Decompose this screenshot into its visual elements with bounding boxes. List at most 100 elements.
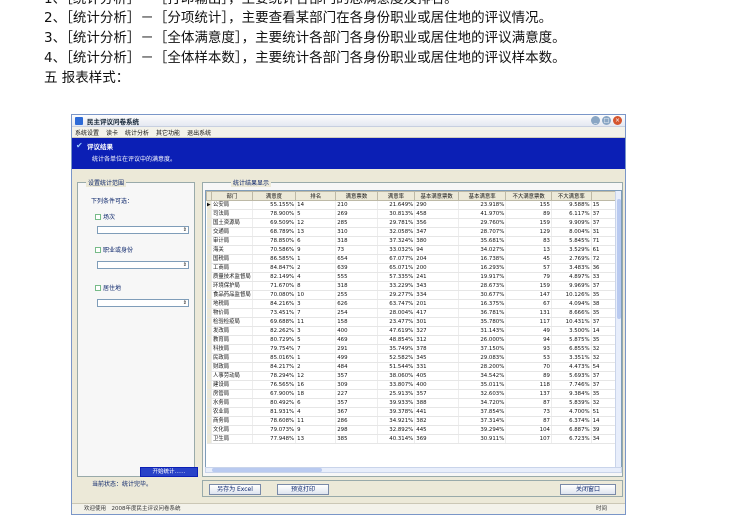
table-cell: 356 [414, 218, 459, 228]
table-row[interactable]: 环境保护局 71.670% 8 318 33.229% 343 28.673% 159 9.96… [206, 281, 621, 291]
table-cell: 69.688% [252, 317, 297, 327]
session-checkbox[interactable]: 场次 [95, 212, 115, 221]
column-header[interactable]: 基本满意率 [457, 191, 507, 201]
table-cell: 117 [505, 317, 552, 327]
table-cell: 78.294% [252, 371, 297, 381]
column-header[interactable]: 满意票数 [335, 191, 378, 201]
menu-system-settings[interactable]: 系统设置 [75, 128, 99, 137]
table-row[interactable]: 国土资源局 69.509% 12 285 29.781% 356 29.760% 159 9.9… [206, 218, 621, 228]
table-cell: 9.384% [551, 389, 592, 399]
column-header[interactable]: 不大满意率 [550, 191, 592, 201]
table-cell: 29.781% [377, 218, 416, 228]
table-cell: 1 [295, 254, 337, 264]
table-cell: 94 [505, 335, 552, 345]
close-button[interactable]: 关闭窗口 [560, 484, 616, 495]
table-row[interactable]: 财政局 84.217% 2 484 51.544% 331 28.200% 70 4.473% 5… [206, 362, 621, 372]
table-row[interactable]: 海关 70.586% 9 73 33.032% 94 34.027% 13 3.529% 61 [206, 245, 621, 255]
table-cell: 285 [335, 218, 378, 228]
horizontal-scrollbar[interactable] [205, 467, 622, 473]
table-cell: 37.150% [458, 344, 507, 354]
table-row[interactable]: 卫生局 77.948% 13 385 40.314% 369 30.911% 107 6.723… [206, 434, 621, 444]
table-row[interactable]: 质量技术监督局 82.149% 4 555 57.335% 241 19.917% 79 4.8… [206, 272, 621, 282]
minimize-button[interactable]: _ [591, 116, 600, 125]
table-row[interactable]: 审计局 78.850% 6 318 37.324% 380 35.681% 83 5.845% 7… [206, 236, 621, 246]
column-header[interactable]: 基本满意票数 [414, 191, 459, 201]
menu-other[interactable]: 其它功能 [156, 128, 180, 137]
banner: ✔ 评议结果 统计各单位在评议中的满意度。 [72, 138, 625, 169]
table-cell: 87 [505, 416, 552, 426]
table-cell: 55.155% [252, 200, 297, 210]
table-cell: 4.473% [551, 362, 592, 372]
table-cell: 6.374% [551, 416, 592, 426]
table-row[interactable]: 地税局 84.216% 3 626 63.747% 201 16.375% 67 4.094% 3… [206, 299, 621, 309]
column-header[interactable]: 满意度 [251, 191, 297, 201]
table-cell: 35.011% [458, 380, 507, 390]
residence-select[interactable]: ⇕ [97, 299, 189, 307]
table-cell: 7.746% [551, 380, 592, 390]
table-row[interactable]: 检验检疫局 69.688% 11 158 23.477% 301 35.780% 117 10.… [206, 317, 621, 327]
table-row[interactable]: 房管局 67.900% 18 227 25.913% 357 32.603% 137 9.384… [206, 389, 621, 399]
table-cell: 科技局 [211, 344, 253, 354]
menu-statistics[interactable]: 统计分析 [125, 128, 149, 137]
occupation-select[interactable]: ⇕ [97, 261, 189, 269]
session-select[interactable]: ⇕ [97, 226, 189, 234]
column-header[interactable]: 部门 [210, 191, 253, 201]
results-group-caption: 统计结果显示 [231, 178, 272, 187]
table-cell: 378 [414, 344, 459, 354]
table-row[interactable]: 科技局 79.754% 7 291 35.749% 378 37.150% 93 6.855% 3… [206, 344, 621, 354]
occupation-checkbox[interactable]: 职业或身份 [95, 245, 133, 254]
table-row[interactable]: 司法局 78.900% 5 269 30.813% 458 41.970% 89 6.117% 3… [206, 209, 621, 219]
table-cell: 2 [295, 362, 337, 372]
table-row[interactable]: 工商局 84.847% 2 639 65.071% 200 16.293% 57 3.483% 3… [206, 263, 621, 273]
table-cell: 79 [505, 272, 552, 282]
table-cell: 16 [295, 380, 337, 390]
vertical-scrollbar[interactable] [615, 191, 621, 467]
start-statistics-button[interactable]: 开始统计…… [140, 467, 198, 477]
table-cell: 33.229% [377, 281, 416, 291]
menu-exit[interactable]: 退出系统 [187, 128, 211, 137]
table-row[interactable]: 交通局 68.789% 13 310 32.058% 347 28.707% 129 8.004… [206, 227, 621, 237]
column-header[interactable]: 排名 [295, 191, 337, 201]
results-table: 部门 满意度 排名 满意票数 满意率 基本满意票数 基本满意率 不大满意票数 不大满意率 ▶ 公安… [206, 191, 621, 444]
table-cell: 312 [414, 335, 459, 345]
table-row[interactable]: ▶ 公安局 55.155% 14 210 21.649% 290 23.918% 155 9.58… [206, 200, 621, 210]
table-cell: 67.077% [377, 254, 416, 264]
table-row[interactable]: 农业局 81.931% 4 367 39.378% 441 37.854% 73 4.700% 5… [206, 407, 621, 417]
table-cell: 建设局 [211, 380, 253, 390]
column-header[interactable]: 满意率 [376, 191, 416, 201]
table-cell: 4 [295, 272, 337, 282]
app-window: 民主评议问卷系统 _ □ × 系统设置 读卡 统计分析 其它功能 退出系统 ✔ … [71, 114, 626, 515]
table-cell: 环境保护局 [211, 281, 253, 291]
table-row[interactable]: 文化局 79.073% 9 298 32.892% 445 39.294% 104 6.887%… [206, 425, 621, 435]
maximize-button[interactable]: □ [602, 116, 611, 125]
table-row[interactable]: 民政局 85.016% 1 499 52.582% 345 29.083% 53 3.351% 3… [206, 353, 621, 363]
table-row[interactable]: 人事劳动局 78.294% 12 357 38.060% 405 34.542% 89 5.69… [206, 371, 621, 381]
table-cell: 教育局 [211, 335, 253, 345]
table-cell: 291 [335, 344, 378, 354]
table-row[interactable]: 物价局 73.451% 7 254 28.004% 417 36.781% 131 8.666%… [206, 308, 621, 318]
menu-read-card[interactable]: 读卡 [106, 128, 118, 137]
table-cell: 555 [335, 272, 378, 282]
export-excel-button[interactable]: 另存为 Excel [209, 484, 261, 495]
table-cell: 3 [295, 326, 337, 336]
print-preview-button[interactable]: 预览打印 [277, 484, 329, 495]
table-cell: 地税局 [211, 299, 253, 309]
table-cell: 5.693% [551, 371, 592, 381]
column-header[interactable]: 不大满意票数 [505, 191, 552, 201]
results-grid[interactable]: 部门 满意度 排名 满意票数 满意率 基本满意票数 基本满意率 不大满意票数 不大满意率 ▶ 公安… [205, 190, 622, 468]
table-row[interactable]: 发改局 82.262% 3 400 47.619% 327 31.143% 49 3.500% 1… [206, 326, 621, 336]
table-row[interactable]: 商务局 78.608% 11 286 34.921% 382 37.314% 87 6.374%… [206, 416, 621, 426]
table-cell: 30.813% [377, 209, 416, 219]
residence-checkbox[interactable]: 居住地 [95, 283, 121, 292]
close-window-button[interactable]: × [613, 116, 622, 125]
table-cell: 254 [335, 308, 378, 318]
table-cell: 70 [505, 362, 552, 372]
table-row[interactable]: 国税局 86.585% 1 654 67.077% 204 16.738% 45 2.769% 7… [206, 254, 621, 264]
table-row[interactable]: 建设局 76.565% 16 309 33.807% 400 35.011% 118 7.746… [206, 380, 621, 390]
table-row[interactable]: 食品药品监督局 70.080% 10 255 29.277% 334 30.677% 147 1… [206, 290, 621, 300]
doc-line-print: 1、［统计分析］－［打印输出］，主要统计各部门的总满意度及排名。 [44, 0, 458, 9]
table-cell: 210 [335, 200, 378, 210]
table-cell: 405 [414, 371, 459, 381]
table-row[interactable]: 教育局 80.729% 5 469 48.854% 312 26.000% 94 5.875% 3… [206, 335, 621, 345]
table-row[interactable]: 水务局 80.492% 6 357 39.933% 388 34.720% 87 5.839% 3… [206, 398, 621, 408]
